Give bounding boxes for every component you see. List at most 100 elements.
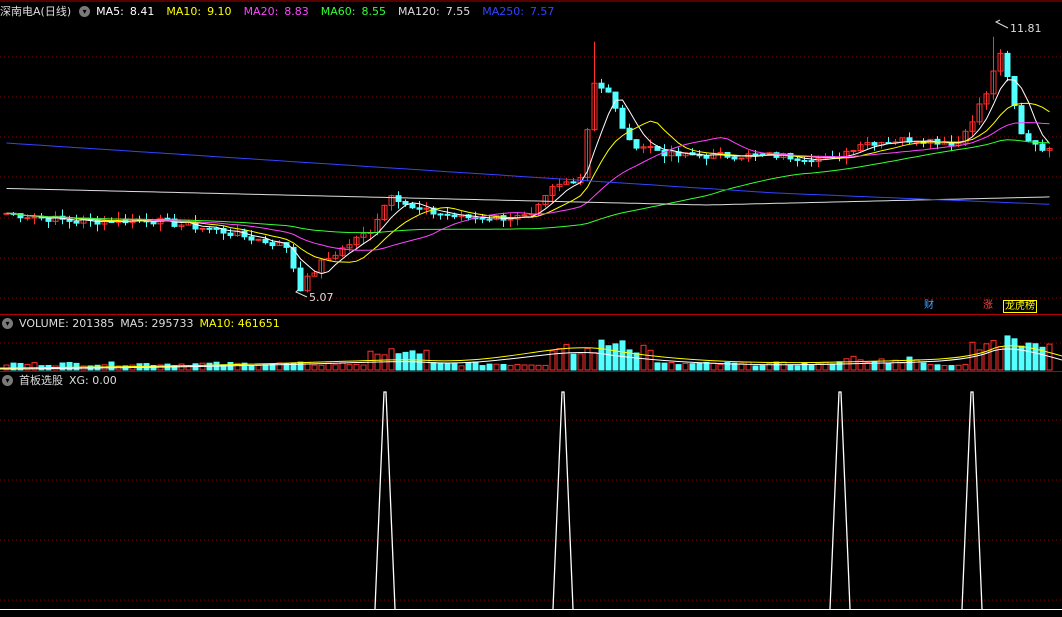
candle-body	[605, 87, 612, 93]
candle-body	[486, 218, 493, 221]
ma250-readout: MA250: 7.57	[482, 4, 555, 18]
volume-bar	[570, 353, 577, 371]
stock-chart	[0, 0, 1062, 610]
candle-body	[1018, 105, 1025, 135]
candle-body	[738, 157, 745, 160]
candle-body	[248, 236, 255, 241]
volume-bar	[255, 364, 262, 371]
candle-body	[73, 220, 80, 224]
volume-bar	[822, 361, 829, 371]
candle-body	[850, 150, 857, 153]
settings-toggle-icon[interactable]: ▾	[79, 5, 91, 17]
limit-up-tag[interactable]: 涨	[982, 300, 994, 311]
volume-bar	[759, 365, 766, 371]
volume-bar	[787, 364, 794, 371]
candle-body	[416, 207, 423, 210]
indicator-value: XG: 0.00	[69, 373, 117, 387]
candle-body	[794, 158, 801, 161]
low-price-label: 5.07	[309, 291, 334, 304]
volume-bar	[717, 363, 724, 371]
candle-body	[633, 139, 640, 149]
volume-bar	[906, 356, 913, 371]
finance-tag[interactable]: 财	[923, 300, 935, 311]
volume-bar	[591, 352, 598, 371]
candle-body	[479, 217, 486, 220]
signal-spike	[961, 391, 983, 610]
indicator-settings-icon[interactable]: ▾	[2, 374, 13, 386]
volume-bar	[647, 349, 654, 371]
candle-body	[801, 159, 808, 162]
volume-bar	[339, 362, 346, 371]
candle-body	[31, 216, 38, 219]
volume-bar	[836, 361, 843, 371]
volume-bar	[745, 361, 752, 371]
candle-body	[262, 238, 269, 244]
candle-body	[227, 232, 234, 237]
candle-body	[570, 181, 577, 184]
volume-bar	[794, 365, 801, 371]
candle-body	[871, 142, 878, 146]
volume-bar	[1011, 338, 1018, 371]
signal-spike	[374, 391, 396, 610]
volume-bar	[983, 343, 990, 371]
volume-bar	[577, 353, 584, 371]
volume-bar	[276, 362, 283, 371]
candle-body	[409, 203, 416, 209]
volume-bar	[696, 362, 703, 371]
volume-bar	[612, 343, 619, 371]
candle-body	[213, 227, 220, 230]
volume-bar	[808, 364, 815, 371]
volume-bar	[710, 362, 717, 371]
volume-bar	[248, 365, 255, 371]
volume-bar	[675, 364, 682, 371]
candle-body	[1011, 76, 1018, 107]
candle-body	[192, 221, 199, 230]
volume-bar	[913, 359, 920, 371]
volume-bar	[346, 364, 353, 371]
volume-bar	[990, 340, 997, 371]
candle-body	[752, 153, 759, 156]
volume-bar	[472, 361, 479, 371]
candle-body	[598, 82, 605, 89]
signal-spike	[552, 391, 574, 610]
volume-bar	[843, 358, 850, 371]
volume-settings-icon[interactable]: ▾	[2, 317, 13, 329]
volume-bar	[598, 339, 605, 371]
candle-body	[150, 221, 157, 225]
stock-title[interactable]: 深南电A(日线)	[0, 3, 71, 19]
candle-body	[808, 160, 815, 163]
candle-body	[759, 153, 766, 156]
volume-bar	[556, 348, 563, 371]
volume-bar	[521, 364, 528, 371]
volume-bar	[493, 363, 500, 371]
volume-bar	[409, 350, 416, 371]
volume-bar	[451, 363, 458, 371]
candle-body	[731, 156, 738, 160]
volume-bar	[633, 352, 640, 371]
candle-body	[395, 195, 402, 202]
volume-bar	[780, 361, 787, 371]
candle-body	[1039, 143, 1046, 151]
volume-bar	[584, 347, 591, 371]
volume-readout: VOLUME: 201385	[19, 316, 115, 330]
candle-body	[24, 217, 31, 220]
volume-bar	[801, 362, 808, 371]
volume-bar	[962, 363, 969, 371]
volume-bar	[892, 359, 899, 371]
candle-body	[297, 267, 304, 292]
ma20-readout: MA20: 8.83	[243, 4, 309, 18]
volume-bar	[535, 364, 542, 371]
ma120-line	[6, 188, 1050, 206]
volume-bar	[619, 340, 626, 371]
volume-bar	[332, 364, 339, 371]
candle-body	[521, 214, 528, 217]
ma250-line	[6, 142, 1050, 205]
volume-bar	[514, 364, 521, 371]
ma10-readout: MA10: 9.10	[166, 4, 232, 18]
volume-bar	[640, 344, 647, 371]
candle-body	[437, 213, 444, 216]
volume-bar	[297, 361, 304, 371]
dragon-tiger-tag[interactable]: 龙虎榜	[1003, 300, 1037, 313]
volume-bar	[388, 348, 395, 371]
volume-bar	[108, 361, 115, 371]
